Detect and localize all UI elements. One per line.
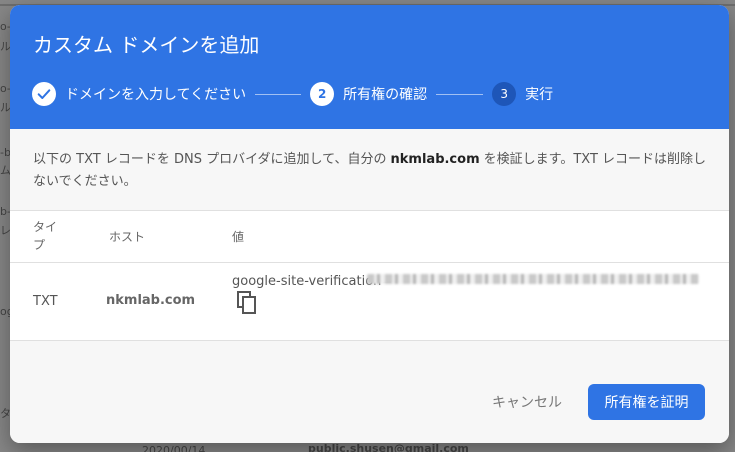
table-divider [10, 262, 729, 263]
copy-glyph [237, 291, 256, 314]
column-header-value: 値 [232, 230, 245, 244]
table-divider [10, 340, 729, 341]
dialog-title: カスタム ドメインを追加 [33, 33, 260, 57]
step-3-indicator: 3 [492, 82, 517, 106]
copy-icon[interactable] [236, 291, 258, 315]
instructions-before: 以下の TXT レコードを DNS プロバイダに追加して、自分の [33, 152, 387, 167]
check-icon [37, 89, 51, 99]
record-host: nkmlab.com [106, 293, 196, 308]
dialog-header: カスタム ドメインを追加 ドメインを入力してください 2 所有権の確認 3 実行 [10, 5, 729, 129]
step-connector [255, 93, 302, 95]
step-3-label: 実行 [525, 87, 554, 103]
table-divider [10, 210, 729, 211]
add-custom-domain-dialog: カスタム ドメインを追加 ドメインを入力してください 2 所有権の確認 3 実行… [10, 5, 729, 443]
column-header-host: ホスト [109, 230, 146, 244]
step-connector [436, 93, 484, 95]
domain-name: nkmlab.com [390, 152, 480, 167]
stepper: ドメインを入力してください 2 所有権の確認 3 実行 [32, 81, 709, 107]
record-type: TXT [33, 294, 58, 309]
step-2-label: 所有権の確認 [343, 87, 428, 103]
column-header-type: タイプ [33, 220, 58, 252]
cancel-button[interactable]: キャンセル [480, 385, 574, 419]
redacted-verification-token [367, 274, 699, 284]
verify-ownership-button[interactable]: 所有権を証明 [588, 384, 705, 420]
instructions-text: 以下の TXT レコードを DNS プロバイダに追加して、自分の nkmlab.c… [33, 149, 713, 193]
step-2-indicator: 2 [310, 82, 335, 106]
step-1-label: ドメインを入力してください [65, 87, 247, 103]
step-1-indicator [32, 82, 56, 106]
